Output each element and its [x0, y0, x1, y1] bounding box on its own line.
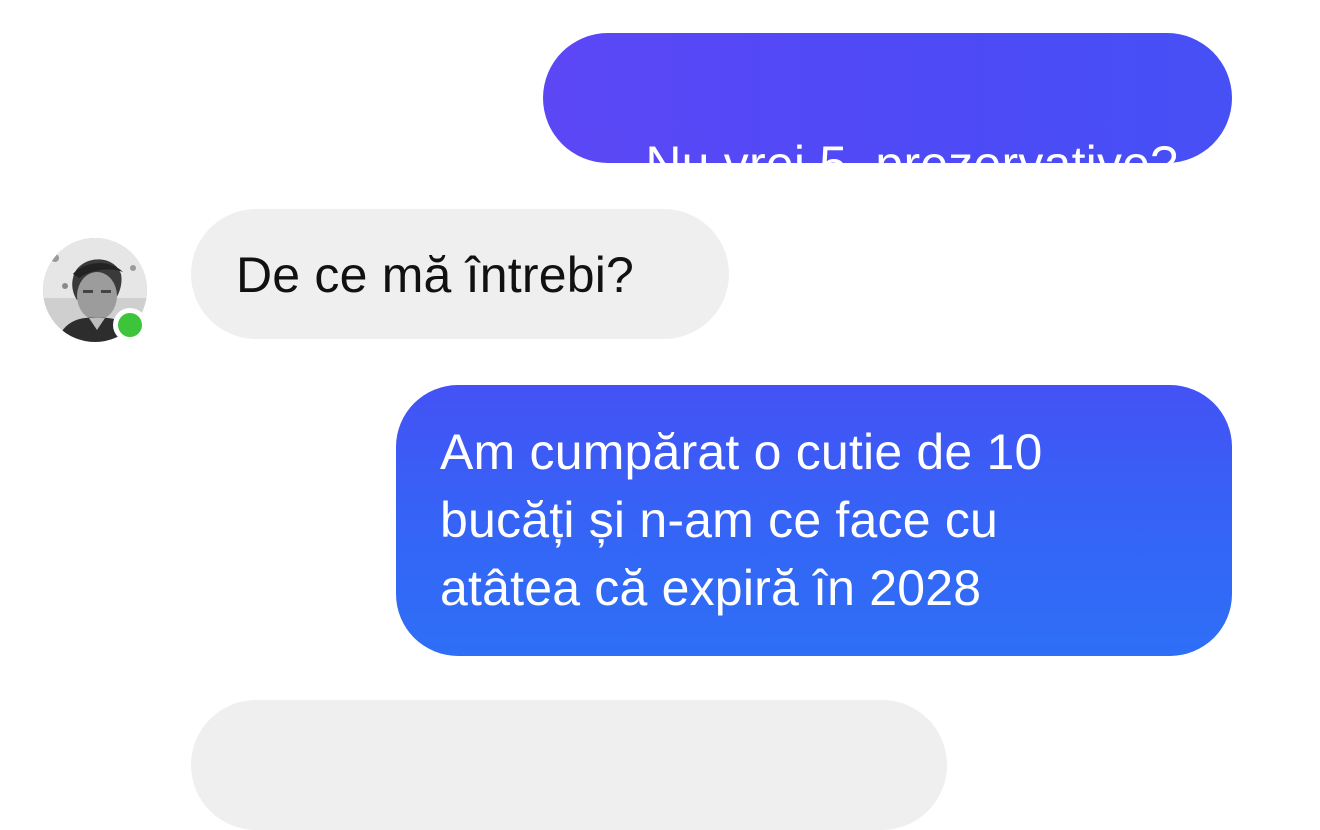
online-dot-icon [118, 313, 142, 337]
message-thread: Nu vrei 5 prezervative? De ce mă întrebi… [0, 0, 1320, 830]
outgoing-message-bubble[interactable]: Nu vrei 5 prezervative? [543, 33, 1232, 192]
message-text-line: bucăți și n-am ce face cu [440, 492, 999, 548]
incoming-message-bubble-partial[interactable] [191, 700, 947, 830]
incoming-message-bubble[interactable]: De ce mă întrebi? [191, 209, 729, 339]
message-text-line: Am cumpărat o cutie de 10 [440, 424, 1043, 480]
message-text: Nu vrei 5 prezervative? [645, 136, 1179, 192]
online-status-indicator [113, 308, 147, 342]
outgoing-message-bubble[interactable]: Am cumpărat o cutie de 10 bucăți și n-am… [396, 385, 1232, 656]
message-text-line: atâtea că expiră în 2028 [440, 560, 982, 616]
message-text: De ce mă întrebi? [236, 247, 635, 303]
